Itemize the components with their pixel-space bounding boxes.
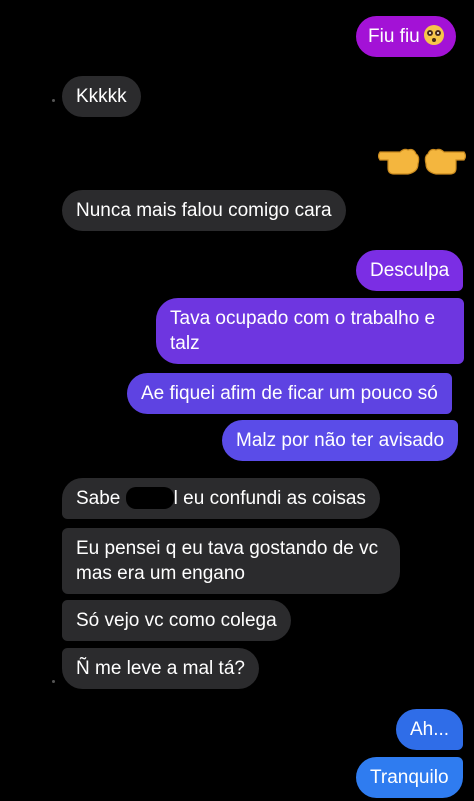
sent-message[interactable]: Fiu fiu [356, 16, 456, 57]
message-text: Nunca mais falou comigo cara [76, 200, 332, 221]
message-text-after-redaction: l eu confundi as coisas [173, 488, 366, 509]
sent-message[interactable]: Tranquilo [356, 757, 463, 798]
message-text: Ñ me leve a mal tá? [76, 658, 245, 679]
message-thread: Fiu fiu Kkkkk Nunca mais falou comigo ca… [0, 0, 474, 801]
sent-message[interactable]: Desculpa [356, 250, 464, 291]
message-text: Fiu fiu [368, 26, 420, 47]
message-text: Tava ocupado com o trabalho e talz [170, 308, 436, 354]
received-message[interactable]: Ñ me leve a mal tá? [62, 648, 259, 689]
message-text: Ah... [410, 719, 450, 740]
read-indicator [52, 99, 55, 102]
message-text: Eu pensei q eu tava gostando de vc mas e… [76, 538, 379, 584]
sent-message[interactable]: Malz por não ter avisado [222, 420, 459, 461]
sent-message[interactable]: Ae fiquei afim de ficar um pouco só [127, 373, 452, 414]
message-text: Ae fiquei afim de ficar um pouco só [141, 383, 438, 404]
received-message[interactable]: Sabe l eu confundi as coisas [62, 478, 380, 519]
message-text: Só vejo vc como colega [76, 610, 277, 631]
message-text: Kkkkk [76, 86, 127, 107]
read-indicator [52, 680, 55, 683]
received-message[interactable]: Eu pensei q eu tava gostando de vc mas e… [62, 528, 400, 594]
message-text: Malz por não ter avisado [236, 430, 445, 451]
received-message[interactable]: Kkkkk [62, 76, 141, 117]
pointing-hands-emoji-icon[interactable] [378, 134, 466, 182]
received-message[interactable]: Só vejo vc como colega [62, 600, 291, 641]
redacted-text [125, 487, 174, 509]
message-text-before-redaction: Sabe [76, 488, 121, 509]
sent-message[interactable]: Tava ocupado com o trabalho e talz [156, 298, 464, 364]
received-message[interactable]: Nunca mais falou comigo cara [62, 190, 346, 231]
message-text: Desculpa [370, 260, 450, 281]
sent-message[interactable]: Ah... [396, 709, 464, 750]
message-text: Tranquilo [370, 767, 449, 788]
flushed-face-emoji-icon [423, 25, 444, 45]
